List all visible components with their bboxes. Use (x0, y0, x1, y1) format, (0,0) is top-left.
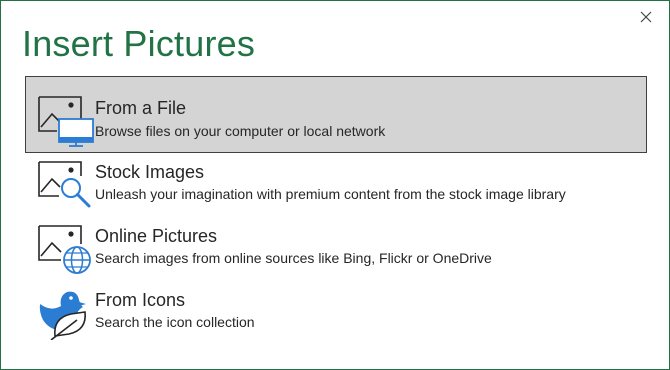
option-description: Search images from online sources like B… (95, 250, 492, 266)
image-globe-icon (38, 225, 91, 274)
image-search-icon (38, 161, 91, 208)
option-label: Online Pictures (95, 226, 218, 246)
option-stock-images[interactable]: Stock Images Unleash your imagination wi… (25, 147, 647, 217)
dialog-title: Insert Pictures (22, 23, 256, 64)
insert-pictures-dialog: Insert Pictures From a File Browse files… (0, 0, 670, 370)
option-label: From Icons (95, 290, 186, 310)
bird-leaf-icon (39, 291, 86, 340)
close-button[interactable] (635, 6, 657, 28)
option-description: Unleash your imagination with premium co… (95, 186, 566, 202)
image-computer-icon (38, 96, 94, 147)
option-from-a-file[interactable]: From a File Browse files on your compute… (25, 76, 647, 153)
picture-source-list: From a File Browse files on your compute… (25, 76, 647, 345)
option-label: From a File (95, 98, 187, 118)
option-label: Stock Images (95, 162, 205, 182)
option-from-icons[interactable]: From Icons Search the icon collection (25, 275, 647, 345)
option-online-pictures[interactable]: Online Pictures Search images from onlin… (25, 211, 647, 281)
option-description: Search the icon collection (95, 314, 255, 330)
option-description: Browse files on your computer or local n… (95, 123, 386, 139)
close-icon (640, 11, 652, 23)
